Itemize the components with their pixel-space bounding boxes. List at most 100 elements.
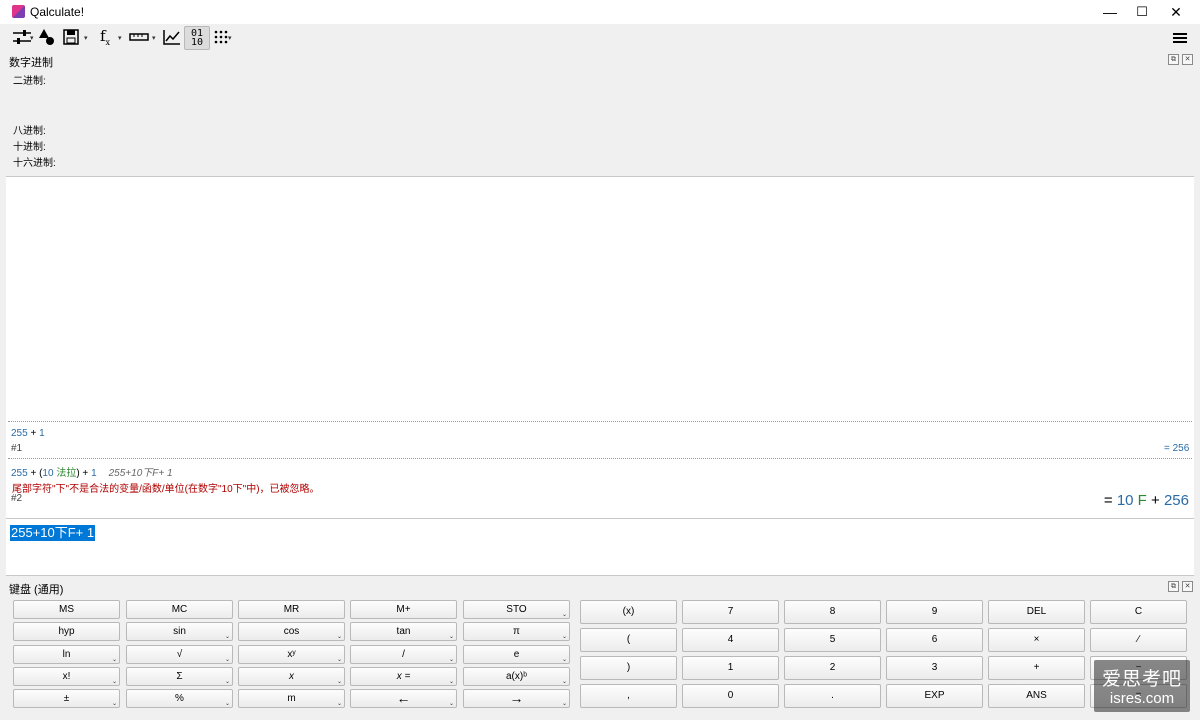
- key-button[interactable]: hyp: [13, 622, 120, 641]
- key-button[interactable]: 9: [886, 600, 983, 624]
- key-button[interactable]: 0: [682, 684, 779, 708]
- key-button[interactable]: 5: [784, 628, 881, 652]
- expression-input-text[interactable]: 255+10下F+ 1: [10, 525, 96, 541]
- dropdown-corner-icon: ⌄: [336, 679, 342, 685]
- key-button[interactable]: M+: [350, 600, 457, 619]
- key-button[interactable]: DEL: [988, 600, 1085, 624]
- key-button[interactable]: 3: [886, 656, 983, 680]
- save-button[interactable]: [61, 26, 81, 48]
- key-button[interactable]: x! ⌄: [13, 667, 120, 686]
- key-button[interactable]: m ⌄: [238, 689, 345, 708]
- key-button[interactable]: ANS: [988, 684, 1085, 708]
- chevron-down-icon: ▾: [84, 35, 88, 42]
- key-button[interactable]: → ⌄: [463, 689, 570, 708]
- key-button[interactable]: 6: [886, 628, 983, 652]
- key-button[interactable]: cos ⌄: [238, 622, 345, 641]
- key-button[interactable]: ×: [988, 628, 1085, 652]
- history-expression-2[interactable]: 255 + (10 法拉) + 1 255+10下F+ 1: [11, 464, 173, 479]
- key-button[interactable]: a(x)ᵇ ⌄: [463, 667, 570, 686]
- history-expression-1[interactable]: 255 + 1: [11, 428, 45, 439]
- key-button[interactable]: ln ⌄: [13, 645, 120, 664]
- key-button[interactable]: xʸ ⌄: [238, 645, 345, 664]
- minimize-button[interactable]: —: [1093, 0, 1127, 24]
- key-button[interactable]: ← ⌄: [350, 689, 457, 708]
- key-label: 6: [931, 634, 938, 645]
- units-button[interactable]: [128, 26, 150, 48]
- key-button[interactable]: / ⌄: [350, 645, 457, 664]
- dropdown-corner-icon: ⌄: [224, 657, 230, 663]
- key-button[interactable]: √ ⌄: [126, 645, 233, 664]
- key-button[interactable]: Σ ⌄: [126, 667, 233, 686]
- key-button[interactable]: +: [988, 656, 1085, 680]
- key-label: e: [513, 649, 520, 660]
- number-bases-toggle-button[interactable]: 01 10: [184, 26, 210, 50]
- key-button[interactable]: STO ⌄: [463, 600, 570, 619]
- key-button[interactable]: sin ⌄: [126, 622, 233, 641]
- panel-close-button[interactable]: ✕: [1182, 581, 1193, 592]
- close-icon: ✕: [1184, 583, 1191, 590]
- expression-input[interactable]: [6, 519, 1194, 576]
- key-button[interactable]: x ⌄: [238, 667, 345, 686]
- key-button[interactable]: (x): [580, 600, 677, 624]
- panel-float-button[interactable]: ⧉: [1168, 581, 1179, 592]
- expr-unit: 法拉: [53, 468, 77, 479]
- result-operator: +: [1146, 492, 1164, 509]
- key-button[interactable]: (: [580, 628, 677, 652]
- key-label: .: [831, 690, 834, 701]
- key-button[interactable]: 4: [682, 628, 779, 652]
- variables-button[interactable]: [37, 26, 57, 48]
- key-button[interactable]: tan ⌄: [350, 622, 457, 641]
- dropdown-corner-icon: ⌄: [336, 657, 342, 663]
- key-label: ): [626, 662, 631, 673]
- key-button[interactable]: ∕: [1090, 628, 1187, 652]
- key-button[interactable]: MS: [13, 600, 120, 619]
- key-button[interactable]: e ⌄: [463, 645, 570, 664]
- key-label: m: [287, 693, 296, 704]
- title-bar: [0, 0, 1200, 24]
- panel-close-button[interactable]: ✕: [1182, 54, 1193, 65]
- key-label: ,: [627, 690, 630, 701]
- key-button[interactable]: ,: [580, 684, 677, 708]
- main-menu-button[interactable]: [1172, 30, 1188, 46]
- history-result-2[interactable]: = 10 F + 256: [1104, 492, 1189, 509]
- key-button[interactable]: π ⌄: [463, 622, 570, 641]
- result-equals: =: [1103, 492, 1117, 509]
- octal-label: 八进制:: [13, 126, 46, 137]
- history-view[interactable]: [6, 177, 1194, 519]
- key-button[interactable]: 8: [784, 600, 881, 624]
- key-button[interactable]: MC: [126, 600, 233, 619]
- key-button[interactable]: ): [580, 656, 677, 680]
- close-button[interactable]: ✕: [1159, 0, 1193, 24]
- dropdown-corner-icon: ⌄: [224, 679, 230, 685]
- key-button[interactable]: 1: [682, 656, 779, 680]
- key-button[interactable]: x = ⌄: [350, 667, 457, 686]
- history-separator: [8, 421, 1192, 422]
- plot-button[interactable]: [162, 26, 182, 48]
- expr-number: 1: [91, 468, 97, 479]
- key-button[interactable]: % ⌄: [126, 689, 233, 708]
- maximize-button[interactable]: ☐: [1125, 0, 1159, 24]
- key-label: 2: [829, 662, 836, 673]
- key-label: 8: [829, 606, 836, 617]
- key-button[interactable]: 7: [682, 600, 779, 624]
- key-button[interactable]: EXP: [886, 684, 983, 708]
- chevron-down-icon: ▾: [228, 35, 232, 42]
- key-button[interactable]: ± ⌄: [13, 689, 120, 708]
- key-label: a(x)ᵇ: [506, 671, 527, 682]
- key-button[interactable]: MR: [238, 600, 345, 619]
- key-label: cos: [283, 626, 300, 637]
- key-button[interactable]: .: [784, 684, 881, 708]
- app-logo-icon: [12, 5, 25, 18]
- float-icon: ⧉: [1171, 583, 1176, 590]
- key-button[interactable]: C: [1090, 600, 1187, 624]
- expr-raw-input: 255+10下F+ 1: [108, 468, 173, 479]
- key-label: ANS: [1026, 690, 1047, 701]
- history-result-1[interactable]: = 256: [1164, 443, 1189, 454]
- key-button[interactable]: 2: [784, 656, 881, 680]
- key-label: sin: [173, 626, 186, 637]
- key-label: 7: [727, 606, 734, 617]
- dropdown-corner-icon: ⌄: [561, 657, 567, 663]
- panel-float-button[interactable]: ⧉: [1168, 54, 1179, 65]
- functions-button[interactable]: fx: [95, 26, 115, 48]
- key-label: 5: [829, 634, 836, 645]
